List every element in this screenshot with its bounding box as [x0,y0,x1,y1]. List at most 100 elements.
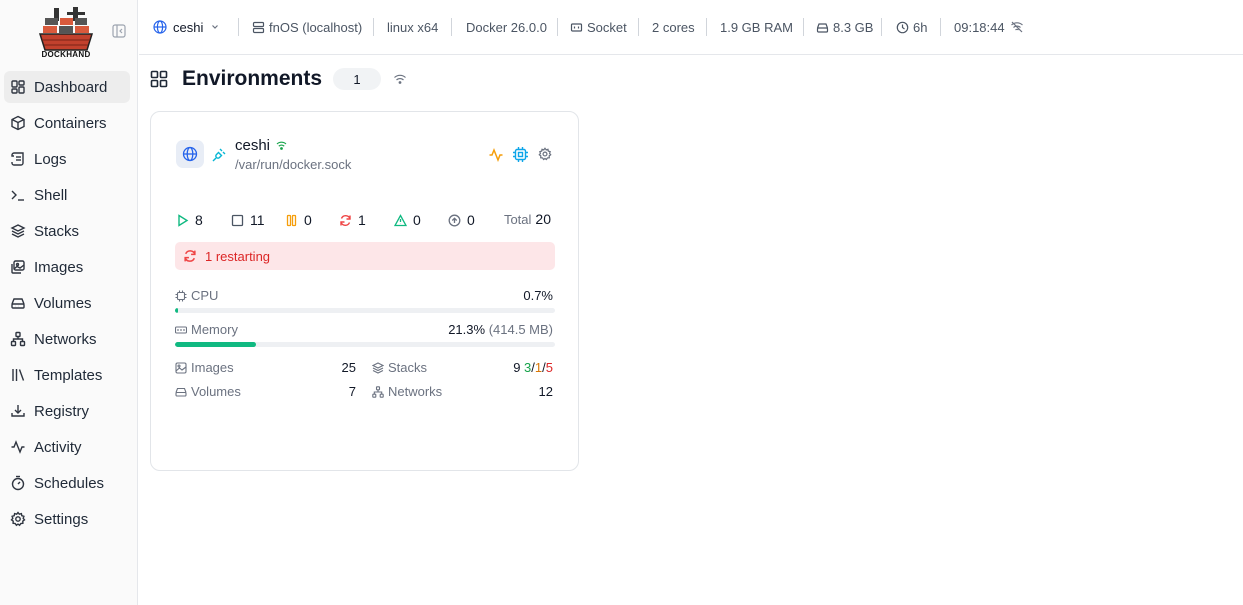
cpu-value: 0.7% [523,288,553,303]
separator [557,18,558,36]
environment-selector[interactable]: ceshi [153,18,220,36]
wifi-off-icon[interactable] [1010,18,1028,36]
host-info: fnOS (localhost) [252,18,362,36]
pause-icon [286,214,297,226]
gear-icon[interactable] [538,147,552,161]
sidebar-item-stacks[interactable]: Stacks [4,215,130,247]
cpu-cores: 2 cores [652,18,695,36]
network-icon [10,331,26,347]
connection-text: Socket [587,19,627,35]
cpu-icon [175,290,187,301]
cpu-label: CPU [175,288,218,303]
stacks-total: 9 [513,360,521,375]
separator [881,18,882,36]
uptime: 6h [896,18,927,36]
cpu-label-text: CPU [191,288,219,303]
sidebar-item-label: Templates [34,366,103,384]
logo-text: DOCKHAND [41,50,91,59]
socket-icon [570,21,583,34]
warning-icon [394,213,407,226]
layers-icon [10,223,26,239]
online-wifi-icon [276,140,287,151]
images-resource[interactable]: Images [175,360,234,375]
terminal-icon [10,187,26,203]
ram-info: 1.9 GB RAM [720,18,793,36]
sidebar-item-logs[interactable]: Logs [4,143,130,175]
sidebar-item-label: Settings [34,510,89,528]
stacks-count: 9 3/1/5 [513,360,553,375]
sidebar-item-dashboard[interactable]: Dashboard [4,71,130,103]
environment-name: ceshi [173,19,204,35]
running-count[interactable]: 8 [176,211,203,229]
restarting-count[interactable]: 1 [339,211,366,229]
platform-info: linux x64 [387,18,438,36]
paused-value: 0 [304,212,312,228]
sidebar-item-containers[interactable]: Containers [4,107,130,139]
box-icon [10,115,26,131]
sidebar-item-networks[interactable]: Networks [4,323,130,355]
total-label: Total [503,212,532,227]
alert-text: 1 restarting [205,248,271,264]
environment-card[interactable]: ceshi /var/run/docker.sock 8 11 0 1 0 0 … [150,111,579,471]
unhealthy-count[interactable]: 0 [394,211,421,229]
docker-version: Docker 26.0.0 [466,18,547,36]
arrow-up-circle-icon [448,214,461,226]
sidebar-nav: Dashboard Containers Logs Shell Stacks I… [4,71,130,539]
sidebar-collapse-icon[interactable] [112,24,126,38]
memory-percent: 21.3% [448,322,486,337]
memory-value: 21.3% (414.5 MB) [448,322,553,337]
cpu-chip-icon[interactable] [512,146,529,163]
sidebar-item-label: Networks [34,330,97,348]
restarting-alert[interactable]: 1 restarting [175,242,555,270]
dockhand-logo[interactable]: DOCKHAND [37,6,95,60]
activity-icon [10,439,26,455]
sidebar-item-templates[interactable]: Templates [4,359,130,391]
sidebar-item-label: Stacks [34,222,80,240]
sidebar-item-settings[interactable]: Settings [4,503,130,535]
server-icon [252,21,265,34]
dashboard-icon [10,79,26,95]
uptime-text: 6h [913,19,928,35]
memory-label: Memory [175,322,238,337]
scroll-icon [10,151,26,167]
paused-count[interactable]: 0 [285,211,312,229]
grid-icon [150,70,168,88]
square-icon [231,214,244,226]
environment-count-badge: 1 [333,68,381,90]
updates-count[interactable]: 0 [448,211,475,229]
refresh-icon [184,250,196,262]
networks-resource[interactable]: Networks [372,384,442,399]
volumes-resource[interactable]: Volumes [175,384,241,399]
sidebar-item-activity[interactable]: Activity [4,431,130,463]
images-count: 25 [341,360,356,375]
page-title: Environments [182,67,323,90]
sidebar-item-label: Logs [34,150,67,168]
disk-info: 8.3 GB [816,18,873,36]
stopped-value: 11 [250,212,265,228]
sidebar-item-schedules[interactable]: Schedules [4,467,130,499]
timer-icon [10,475,26,491]
stacks-running: 3 [524,360,532,375]
top-status-bar: ceshi fnOS (localhost) linux x64 Docker … [139,0,1243,55]
sidebar-item-registry[interactable]: Registry [4,395,130,427]
sidebar-item-shell[interactable]: Shell [4,179,130,211]
cpu-progress-bar [175,308,555,313]
activity-icon[interactable] [488,147,504,163]
gear-icon [10,511,26,527]
sidebar-item-volumes[interactable]: Volumes [4,287,130,319]
stacks-resource[interactable]: Stacks [372,360,427,375]
time-text: 09:18:44 [954,19,1005,35]
network-icon [372,385,384,398]
platform-text: linux x64 [387,19,439,35]
sidebar: DOCKHAND Dashboard Containers Logs Shell… [0,0,138,605]
wifi-icon [393,72,407,86]
refresh-icon [340,214,351,226]
separator [940,18,941,36]
sidebar-item-images[interactable]: Images [4,251,130,283]
env-globe-icon [176,140,204,168]
hard-drive-icon [175,387,187,397]
environment-name[interactable]: ceshi [235,137,270,154]
stopped-count[interactable]: 11 [231,211,265,229]
socket-path: /var/run/docker.sock [235,157,352,172]
separator [373,18,374,36]
